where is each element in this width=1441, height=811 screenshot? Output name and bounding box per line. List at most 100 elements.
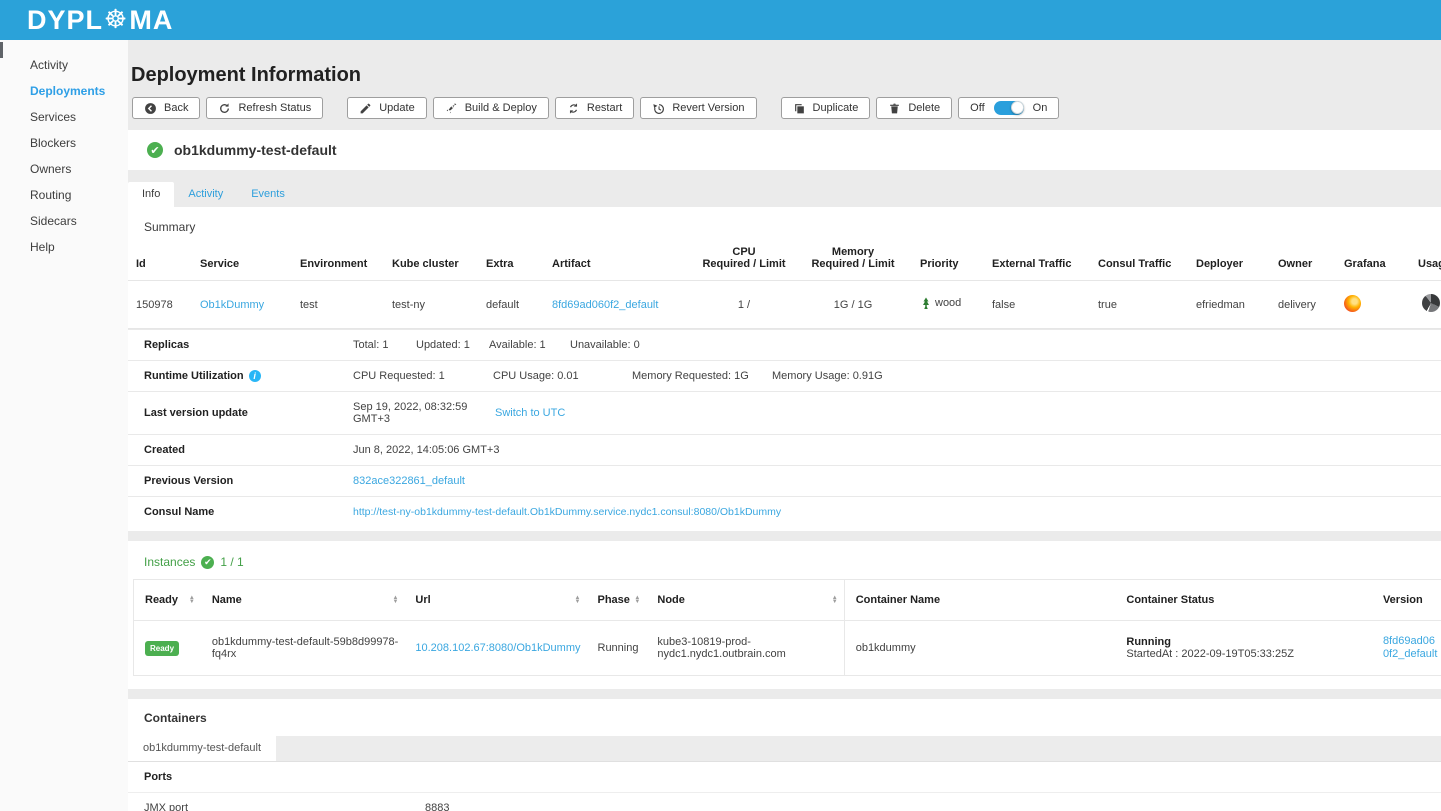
sort-phase-icon[interactable]: ▲▼ (634, 596, 640, 604)
port-row-jmx: JMX port 8883 (128, 793, 1441, 811)
cell-url: 10.208.102.67:8080/Ob1kDummy (404, 621, 586, 676)
previous-version-link[interactable]: 832ace322861_default (353, 475, 465, 487)
col-owner: Owner (1270, 242, 1336, 281)
sidebar-item-sidecars[interactable]: Sidecars (0, 208, 128, 234)
info-icon[interactable]: i (249, 370, 261, 382)
col-service: Service (192, 242, 292, 281)
app-logo[interactable]: DYPL☸MA (27, 5, 173, 36)
runtime-utilization-label: Runtime Utilization i (144, 370, 353, 382)
delete-button[interactable]: Delete (876, 97, 952, 119)
tab-activity[interactable]: Activity (174, 182, 237, 207)
instances-heading: Instances ✔ 1 / 1 (133, 553, 1436, 579)
refresh-status-button[interactable]: Refresh Status (206, 97, 323, 119)
usage-pie-icon[interactable] (1422, 294, 1440, 312)
tab-info[interactable]: Info (128, 182, 174, 207)
update-button[interactable]: Update (347, 97, 426, 119)
last-version-update-row: Last version update Sep 19, 2022, 08:32:… (128, 391, 1441, 434)
container-status-state: Running (1126, 636, 1366, 648)
instances-table: Ready▲▼ Name▲▼ Url▲▼ Phase▲▼ Node▲▼ Cont… (133, 579, 1441, 676)
switch-to-utc-link[interactable]: Switch to UTC (495, 407, 565, 419)
created-row: Created Jun 8, 2022, 14:05:06 GMT+3 (128, 434, 1441, 465)
cell-external-traffic: false (984, 281, 1090, 329)
duplicate-button[interactable]: Duplicate (781, 97, 871, 119)
containers-heading: Containers (128, 699, 1441, 736)
containers-card: Containers ob1kdummy-test-default Ports … (128, 699, 1441, 811)
cell-owner: delivery (1270, 281, 1336, 329)
sort-ready-icon[interactable]: ▲▼ (189, 596, 195, 604)
ports-heading: Ports (128, 762, 1441, 793)
sort-url-icon[interactable]: ▲▼ (575, 596, 581, 604)
summary-heading: Summary (128, 207, 1441, 242)
replicas-total: Total: 1 (353, 339, 416, 351)
deployment-header-card: ✔ ob1kdummy-test-default (128, 130, 1441, 170)
revert-version-button[interactable]: Revert Version (640, 97, 756, 119)
tab-events[interactable]: Events (237, 182, 299, 207)
previous-version-label: Previous Version (144, 475, 353, 487)
back-button[interactable]: Back (132, 97, 200, 119)
sort-node-icon[interactable]: ▲▼ (832, 596, 838, 604)
deployment-name: ob1kdummy-test-default (174, 142, 337, 158)
container-tab-ob1kdummy-test-default[interactable]: ob1kdummy-test-default (128, 736, 276, 761)
cell-cpu: 1 / (694, 281, 794, 329)
instance-url-link[interactable]: 10.208.102.67:8080/Ob1kDummy (415, 642, 580, 654)
copy-icon (793, 102, 806, 115)
replicas-label: Replicas (144, 339, 353, 351)
instance-version-link[interactable]: 8fd69ad060f2_default (1383, 635, 1441, 661)
cell-version: 8fd69ad060f2_default (1372, 621, 1441, 676)
sidebar-item-owners[interactable]: Owners (0, 156, 128, 182)
toggle-knob[interactable] (1011, 101, 1024, 114)
back-circle-arrow-icon (144, 102, 157, 115)
sidebar-scrollbar[interactable] (0, 42, 3, 58)
cell-kube-cluster: test-ny (384, 281, 478, 329)
jmx-port-value: 8883 (425, 802, 449, 811)
cpu-usage: CPU Usage: 0.01 (493, 370, 632, 382)
ready-badge: Ready (145, 641, 179, 656)
sidebar-item-blockers[interactable]: Blockers (0, 130, 128, 156)
toggle-switch[interactable] (994, 101, 1024, 115)
cell-service: Ob1kDummy (192, 281, 292, 329)
pine-tree-icon (920, 297, 932, 310)
on-off-toggle[interactable]: Off On (958, 97, 1059, 119)
consul-name-label: Consul Name (144, 506, 353, 518)
build-deploy-button[interactable]: Build & Deploy (433, 97, 549, 119)
consul-name-link[interactable]: http://test-ny-ob1kdummy-test-default.Ob… (353, 506, 781, 518)
container-status-started: StartedAt : 2022-09-19T05:33:25Z (1126, 648, 1366, 660)
col-artifact: Artifact (544, 242, 694, 281)
sidebar-item-activity[interactable]: Activity (0, 52, 128, 78)
rocket-icon (445, 102, 458, 115)
col-name: Name▲▼ (201, 580, 405, 621)
previous-version-row: Previous Version 832ace322861_default (128, 465, 1441, 496)
sidebar-item-services[interactable]: Services (0, 104, 128, 130)
artifact-link[interactable]: 8fd69ad060f2_default (552, 299, 658, 311)
memory-usage: Memory Usage: 0.91G (772, 370, 883, 382)
instances-header-row: Ready▲▼ Name▲▼ Url▲▼ Phase▲▼ Node▲▼ Cont… (134, 580, 1441, 621)
last-version-update-label: Last version update (144, 407, 353, 419)
sort-name-icon[interactable]: ▲▼ (392, 596, 398, 604)
grafana-icon[interactable] (1344, 295, 1361, 312)
restart-icon (567, 102, 580, 115)
cell-container-status: Running StartedAt : 2022-09-19T05:33:25Z (1115, 621, 1372, 676)
cell-environment: test (292, 281, 384, 329)
restart-button[interactable]: Restart (555, 97, 634, 119)
cell-deployer: efriedman (1188, 281, 1270, 329)
sidebar-item-routing[interactable]: Routing (0, 182, 128, 208)
page-title: Deployment Information (131, 64, 1441, 87)
replicas-unavailable: Unavailable: 0 (570, 339, 640, 351)
toggle-off-label: Off (970, 102, 984, 114)
cell-priority: wood (912, 281, 984, 329)
pencil-icon (359, 102, 372, 115)
cell-usage (1418, 281, 1441, 329)
sidebar-item-deployments[interactable]: Deployments (0, 78, 128, 104)
logo-text-prefix: DYPL (27, 5, 103, 36)
col-cpu: CPURequired / Limit (694, 242, 794, 281)
instance-row: Ready ob1kdummy-test-default-59b8d99978-… (134, 621, 1441, 676)
last-version-update-value: Sep 19, 2022, 08:32:59 GMT+3 (353, 401, 495, 425)
runtime-utilization-row: Runtime Utilization i CPU Requested: 1 C… (128, 360, 1441, 391)
main-content: Deployment Information Back Refresh Stat… (128, 40, 1441, 811)
cell-consul-traffic: true (1090, 281, 1188, 329)
col-environment: Environment (292, 242, 384, 281)
service-link[interactable]: Ob1kDummy (200, 299, 264, 311)
sidebar-item-help[interactable]: Help (0, 234, 128, 260)
cell-node: kube3-10819-prod-nydc1.nydc1.outbrain.co… (646, 621, 844, 676)
cell-id: 150978 (128, 281, 192, 329)
